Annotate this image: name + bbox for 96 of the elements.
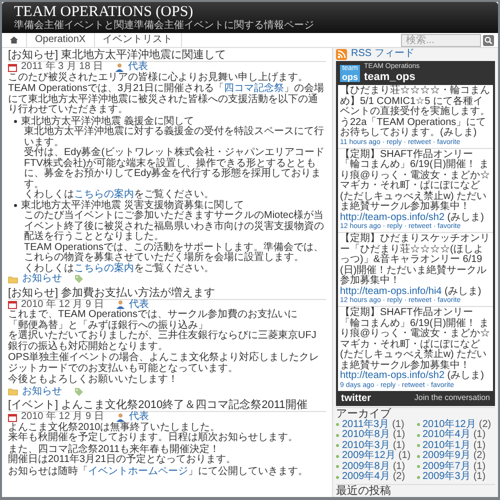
section-heading: アーカイブ <box>336 406 495 420</box>
site-title[interactable]: TEAM OPERATIONS (OPS) <box>14 4 486 20</box>
archive-link[interactable]: 2010年3月 <box>342 440 390 451</box>
archive-link[interactable]: 2009年8月 <box>342 462 390 472</box>
archive-link[interactable]: 2010年1月 <box>422 440 470 451</box>
bullet-icon <box>416 454 420 458</box>
post-count: (1) <box>392 430 406 440</box>
bullet-icon <box>336 454 339 458</box>
post-count: (2) <box>473 451 486 462</box>
paragraph: お知らせは随時「イベントホームページ」にて公開していきます。 <box>8 466 309 477</box>
rss-feed-link[interactable]: RSS フィード <box>351 49 414 60</box>
tweet-text: 【定期】SHAFT作品オンリー「輪コまんめ」6/19(日)開催！ まり痕@りっく・電波女・まどか☆マギカ・それ町・ぱにぽになど(ただしキュゥべえ禁止w) ただいま絶賛サークル参加募集中！ http://team-ops.info/sh2 (みしま) <box>340 308 491 381</box>
bullet-icon <box>336 444 339 448</box>
bullet-icon <box>14 204 17 208</box>
calendar-icon <box>8 62 17 72</box>
category-link[interactable]: お知らせ <box>22 386 62 397</box>
paragraph: このたび被災されたエリアの皆様に心よりお見舞い申し上げます。 <box>8 72 309 82</box>
archive-link[interactable]: 2009年9月 <box>422 451 470 462</box>
post-count: (1) <box>473 430 486 440</box>
bullet-icon <box>336 434 339 437</box>
link[interactable]: こちらの案内 <box>74 262 134 274</box>
link[interactable]: こちらの案内 <box>74 189 134 200</box>
bullet-icon <box>416 476 420 479</box>
tweet-text: 【定期】SHAFT作品オンリー「輪コまんめ」6/19(日)開催！ まり痕@りっく・電波女・まどか☆マギカ・それ町・ぱにぽになど(ただしキュゥべえ禁止w) ただいま絶賛サークル参加募集中！ http://team-ops.info/sh2 (みしま) <box>340 150 491 223</box>
paragraph: OPS単独主催イベントの場合、よんこま文化祭より対応しましたクレジットカードでのお支払いも可能となっています。 <box>8 353 320 374</box>
link[interactable]: 四コマ記念祭 <box>224 83 284 94</box>
post-count: (1) <box>473 440 486 450</box>
post-date: 2011 年 3 月 18 日 <box>21 62 104 72</box>
post-count: (1) <box>473 462 486 472</box>
post-count: (2) <box>478 420 492 430</box>
user-icon <box>116 300 125 310</box>
bullet-icon <box>416 434 420 437</box>
post-title[interactable]: [お知らせ] 東北地方太平洋沖地震に関連して <box>8 49 326 62</box>
bullet-icon <box>336 465 339 468</box>
link[interactable]: http://team-ops.info/sh2 <box>340 370 445 381</box>
calendar-icon <box>8 412 17 422</box>
paragraph: また、四コマ記念祭2011も来年春も開催決定！ 開催日は2011年3月21日の予定となっております。 <box>8 444 238 466</box>
tag-icon <box>74 274 84 284</box>
archive-link[interactable]: 2010年4月 <box>422 430 470 440</box>
post-count: (2) <box>392 472 406 482</box>
link[interactable]: http://team-ops.info/hi4 <box>340 286 442 296</box>
archive-link[interactable]: 2010年8月 <box>342 430 390 440</box>
twitter-logo: twitter <box>341 392 371 404</box>
logo-text: ops <box>342 72 358 82</box>
author-link[interactable]: 代表 <box>128 62 148 72</box>
post-date: 2010 年 12 月 9 日 <box>21 300 104 310</box>
paragraph: よんこま文化祭2010は無事終了いたしました。 来年も秋開催を予定しております。日程は順次お知らせします。 <box>8 422 299 444</box>
tag-icon <box>74 386 84 397</box>
author-link[interactable]: 代表 <box>128 300 149 310</box>
post-count: (1) <box>392 462 406 472</box>
bullet-icon <box>14 120 17 124</box>
archive-link[interactable]: 2009年3月 <box>422 472 470 482</box>
site-tagline: 準備会主催イベントと関連準備会主催イベントに関する情報ページ <box>14 20 315 31</box>
user-icon <box>116 412 125 422</box>
post-count: (1) <box>392 440 406 450</box>
link[interactable]: イベントホームページ <box>88 466 188 476</box>
archive-link[interactable]: 2010年12月 <box>422 420 476 430</box>
paragraph: TEAM Operationsでは、3月21日に開催される「四コマ記念祭」の会場にて東北地方太平洋沖地震に被災された皆様への支援活動を以下の通り行わせていただきます。 <box>8 84 326 116</box>
post-date: 2010 年 12 月 9 日 <box>21 412 104 422</box>
link[interactable]: http://team-ops.info/sh2 <box>340 212 445 222</box>
nav-link[interactable]: イベントリスト <box>94 33 182 47</box>
archive-link[interactable]: 2009年4月 <box>342 472 390 482</box>
section-heading: 最近の投稿 <box>336 484 495 496</box>
paragraph: このたび当イベントにご参加いただきますサークルのMiotec様が当イベント終了後に被災された福島県いわき市向けの災害支援物資の配送を行うこととなりました。 TEAM Operationsでは、この活動をサポートします。準備会では、これらの物資を募集させていただく場所を会場に設置します。 くわしくはこちらの案内をご覧ください。 <box>23 211 325 274</box>
nav-link[interactable]: OperationX <box>27 33 95 47</box>
folder-icon <box>8 274 18 284</box>
author-link[interactable]: 代表 <box>128 412 149 422</box>
post-title[interactable]: [お知らせ] 参加費お支払い方法が増えます <box>8 286 326 300</box>
bullet-icon <box>416 423 420 426</box>
paragraph: 東北地方太平洋沖地震に対する義援金の受付を特設スペースにて行います。 受付は、Edy募金(ビットワレット株式会社・ジャパンエリアコードFTV株式会社)が可能な端末を設置し、操作できる形とするとともに、募金をお預かりしてEdy募金を代行する形態を採用しております。 くわしくはこちらの案内をご覧ください。 <box>24 127 326 200</box>
bullet-icon <box>416 465 420 468</box>
post-count: (1) <box>392 420 404 430</box>
tweet-text: 【定期】ひだまりスケッチオンリー「ひだまり荘☆☆☆☆(ほしよっつ)」&音キャラオンリー 6/19(日)開催！ただいま絶賛サークル参加募集中！ http://team-ops.info/hi4 (みしま) <box>340 234 491 297</box>
post-title[interactable]: [イベント] よんこま文化祭2010終了＆四コマ記念祭2011開催 <box>8 399 326 412</box>
list-item-heading: 東北地方太平洋沖地震 災害支援物資募集に関して <box>21 200 244 210</box>
archive-link[interactable]: 2011年3月 <box>342 420 390 430</box>
bullet-icon <box>416 444 420 448</box>
category-link[interactable]: お知らせ <box>22 274 62 284</box>
tweet-text: 【ひだまり荘☆☆☆☆・輪コまんめ】5/1 COMIC1☆5 にて各種イベントの直接受付を実施します。う22a「TEAM Operations」にてお待ちしております。(みしま) <box>340 86 491 138</box>
post-count: (1) <box>473 472 486 482</box>
search-field[interactable]: 検索... <box>401 34 481 46</box>
archive-link[interactable]: 2009年12月 <box>342 451 396 462</box>
folder-icon <box>8 387 18 396</box>
home-icon[interactable] <box>10 36 18 44</box>
archive-link[interactable]: 2009年7月 <box>422 462 470 472</box>
paragraph: これまで、TEAM Operationsでは、サークル参加費のお支払いに 「郵便為替」と「みずほ銀行への振り込み」 を選択いただいておりましたが、三井住友銀行ならびに三菱東京UFJ銀行の振込も対応開始となります。 <box>8 310 318 352</box>
paragraph: 今後ともよろしくお願いいたします！ <box>8 375 179 386</box>
bullet-icon <box>336 476 339 479</box>
list-item-heading: 東北地方太平洋沖地震 義援金に関して <box>21 116 194 126</box>
bullet-icon <box>336 423 339 426</box>
post-count: (1) <box>398 451 411 462</box>
search-icon[interactable] <box>483 34 494 46</box>
user-icon <box>115 62 124 72</box>
join-conversation-link[interactable]: Join the conversation <box>414 393 490 403</box>
calendar-icon <box>8 300 17 310</box>
account-handle[interactable]: team_ops <box>364 71 420 83</box>
